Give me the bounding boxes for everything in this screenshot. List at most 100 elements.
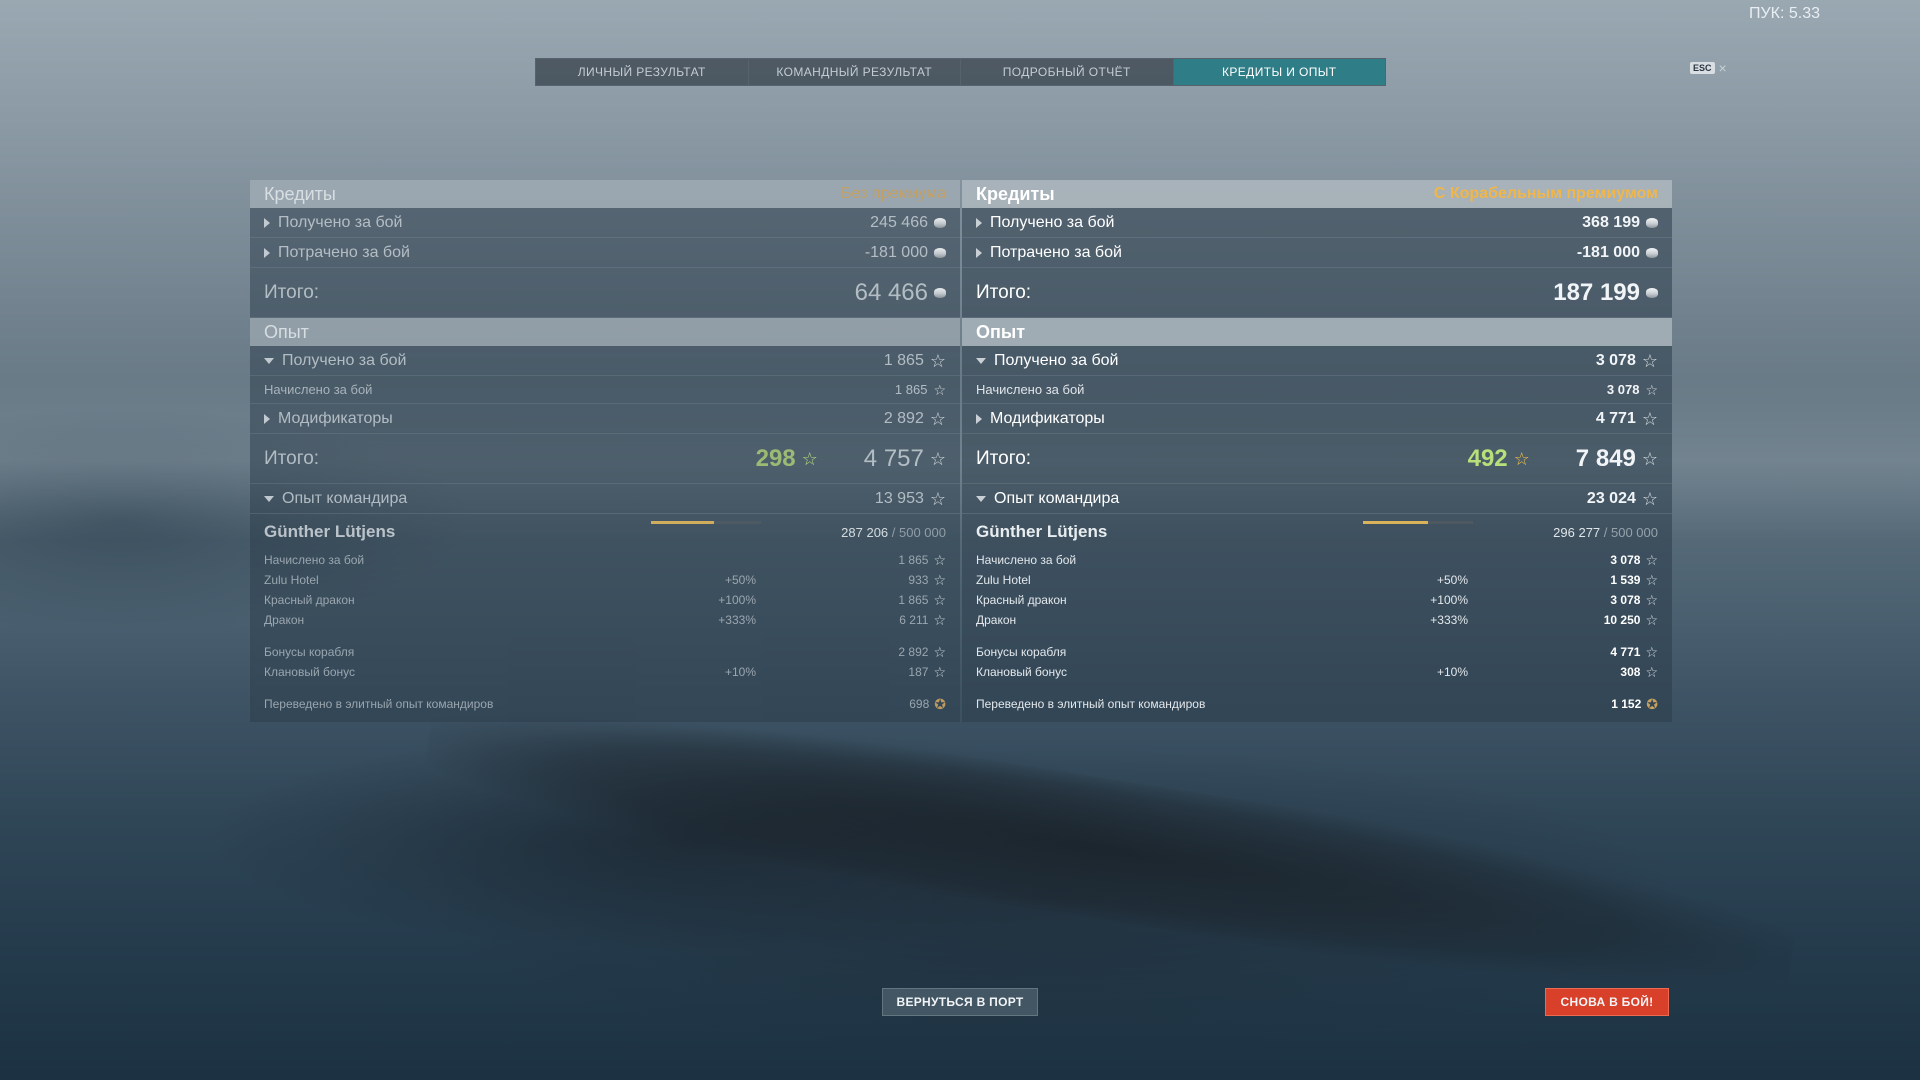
credits-spent-label: Потрачено за бой	[990, 243, 1122, 261]
detail-value: 1 539	[1610, 573, 1641, 587]
xp-star-icon: ☆	[933, 644, 946, 660]
modifiers-row[interactable]: Модификаторы 4 771 ☆	[962, 404, 1672, 434]
premium-status: С Корабельным премиумом	[1433, 185, 1658, 202]
xp-total-label: Итого:	[976, 447, 1032, 469]
detail-value: 1 865	[898, 593, 929, 607]
credits-title: Кредиты	[976, 183, 1055, 204]
xp-total-value: 7 849	[1575, 444, 1636, 472]
xp-header: Опыт	[250, 318, 960, 346]
expand-arrow-icon	[264, 217, 270, 228]
detail-value: 933	[908, 573, 929, 587]
xp-star-icon: ☆	[1645, 612, 1658, 628]
xp-star-icon: ☆	[929, 448, 946, 469]
xp-star-icon: ☆	[1645, 644, 1658, 660]
credits-spent-value: -181 000	[864, 243, 928, 261]
free-xp-value: 298	[755, 444, 796, 472]
detail-label: Начислено за бой	[976, 553, 1077, 567]
xp-total-row: Итого: 492 ☆ 7 849 ☆	[962, 434, 1672, 484]
collapse-arrow-icon	[976, 495, 986, 502]
credits-spent-row[interactable]: Потрачено за бой -181 000	[250, 238, 960, 268]
tab-detailed-report[interactable]: ПОДРОБНЫЙ ОТЧЁТ	[961, 59, 1174, 85]
xp-star-icon: ☆	[933, 612, 946, 628]
bonus-label: Бонусы корабля	[976, 645, 1067, 659]
expand-arrow-icon	[264, 413, 270, 424]
xp-star-icon: ☆	[1645, 552, 1658, 568]
bonus-row: Бонусы корабля 2 892 ☆	[250, 642, 960, 662]
tab-credits-and-xp[interactable]: КРЕДИТЫ И ОПЫТ	[1173, 59, 1385, 85]
xp-star-icon: ☆	[929, 408, 946, 429]
elite-xp-row: Переведено в элитный опыт командиров 1 15…	[962, 694, 1672, 714]
xp-earned-value: 1 865	[883, 351, 924, 369]
esc-close-button[interactable]: ESC ×	[1690, 60, 1727, 76]
detail-label: Красный дракон	[264, 593, 355, 607]
detail-label: Zulu Hotel	[976, 573, 1031, 587]
background-ship	[417, 672, 1803, 1028]
xp-star-icon: ☆	[1645, 381, 1658, 398]
credits-icon	[934, 287, 946, 298]
xp-title: Опыт	[264, 321, 309, 342]
xp-earned-row[interactable]: Получено за бой 1 865 ☆	[250, 346, 960, 376]
no-premium-panel: Кредиты Без премиума Получено за бой 245…	[250, 180, 960, 722]
modifiers-label: Модификаторы	[990, 409, 1105, 427]
credits-icon	[934, 247, 946, 258]
expand-arrow-icon	[264, 247, 270, 258]
xp-awarded-row: Начислено за бой 3 078 ☆	[962, 376, 1672, 404]
commander-xp-max: / 500 000	[891, 524, 946, 540]
collapse-arrow-icon	[264, 357, 274, 364]
detail-value: 1 865	[898, 553, 929, 567]
credits-earned-row[interactable]: Получено за бой 368 199	[962, 208, 1672, 238]
battle-again-button[interactable]: СНОВА В БОЙ!	[1545, 988, 1669, 1016]
expand-arrow-icon	[976, 413, 982, 424]
xp-star-icon: ☆	[1645, 572, 1658, 588]
bonus-row: Клановый бонус +10% 187 ☆	[250, 662, 960, 682]
result-tabs: ЛИЧНЫЙ РЕЗУЛЬТАТ КОМАНДНЫЙ РЕЗУЛЬТАТ ПОД…	[535, 58, 1386, 86]
detail-label: Дракон	[264, 613, 305, 627]
free-xp-star-icon: ☆	[801, 448, 818, 469]
detail-label: Zulu Hotel	[264, 573, 319, 587]
xp-total-label: Итого:	[264, 447, 320, 469]
xp-awarded-label: Начислено за бой	[264, 382, 373, 397]
credits-icon	[1646, 287, 1658, 298]
bonus-modifier: +10%	[1436, 665, 1468, 679]
xp-earned-row[interactable]: Получено за бой 3 078 ☆	[962, 346, 1672, 376]
xp-star-icon: ☆	[1645, 664, 1658, 680]
detail-label: Начислено за бой	[264, 553, 365, 567]
commander-name: Günther Lütjens	[976, 522, 1108, 541]
credits-spent-row[interactable]: Потрачено за бой -181 000	[962, 238, 1672, 268]
modifiers-value: 4 771	[1595, 409, 1636, 427]
detail-row: Начислено за бой 1 865 ☆	[250, 550, 960, 570]
bonus-row: Бонусы корабля 4 771 ☆	[962, 642, 1672, 662]
xp-title: Опыт	[976, 321, 1026, 342]
tab-personal-result[interactable]: ЛИЧНЫЙ РЕЗУЛЬТАТ	[536, 59, 749, 85]
detail-row: Дракон +333% 10 250 ☆	[962, 610, 1672, 630]
commander-name: Günther Lütjens	[264, 522, 396, 541]
ship-premium-panel: Кредиты С Корабельным премиумом Получено…	[962, 180, 1672, 722]
credits-total-row: Итого: 64 466	[250, 268, 960, 318]
detail-row: Красный дракон +100% 3 078 ☆	[962, 590, 1672, 610]
commander-xp-row[interactable]: Опыт командира 13 953 ☆	[250, 484, 960, 514]
xp-star-icon: ☆	[933, 664, 946, 680]
credits-earned-label: Получено за бой	[278, 213, 403, 231]
elite-xp-row: Переведено в элитный опыт командиров 698 ✪	[250, 694, 960, 714]
commander-xp-current: 287 206	[841, 524, 889, 540]
tab-team-result[interactable]: КОМАНДНЫЙ РЕЗУЛЬТАТ	[749, 59, 961, 85]
xp-star-icon: ☆	[933, 572, 946, 588]
bonus-value: 4 771	[1610, 645, 1641, 659]
detail-value: 10 250	[1603, 613, 1641, 627]
detail-modifier: +50%	[724, 573, 756, 587]
modifiers-label: Модификаторы	[278, 409, 393, 427]
credits-title: Кредиты	[264, 183, 336, 204]
detail-row: Начислено за бой 3 078 ☆	[962, 550, 1672, 570]
bonus-value: 187	[908, 665, 929, 679]
detail-modifier: +100%	[718, 593, 756, 607]
commander-xp-label: Опыт командира	[282, 489, 408, 507]
credits-earned-label: Получено за бой	[990, 213, 1115, 231]
commander-row: Günther Lütjens 296 277 / 500 000	[962, 514, 1672, 550]
modifiers-value: 2 892	[883, 409, 924, 427]
commander-xp-value: 13 953	[874, 489, 924, 507]
modifiers-row[interactable]: Модификаторы 2 892 ☆	[250, 404, 960, 434]
commander-xp-row[interactable]: Опыт командира 23 024 ☆	[962, 484, 1672, 514]
credits-earned-row[interactable]: Получено за бой 245 466	[250, 208, 960, 238]
xp-total-row: Итого: 298 ☆ 4 757 ☆	[250, 434, 960, 484]
return-to-port-button[interactable]: ВЕРНУТЬСЯ В ПОРТ	[882, 988, 1038, 1016]
